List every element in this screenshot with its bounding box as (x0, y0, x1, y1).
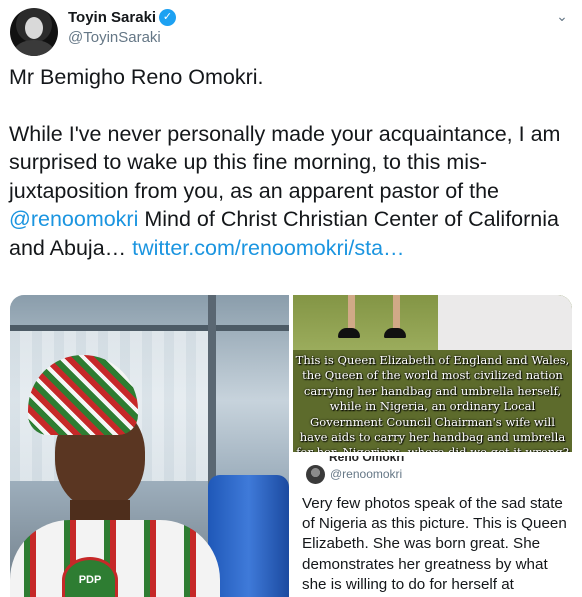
photo-woman-on-bus[interactable]: PDP (10, 295, 289, 597)
shoe-left (338, 328, 360, 338)
mention-link[interactable]: @renoomokri (9, 207, 138, 231)
author-avatar[interactable] (10, 8, 58, 56)
screenshot-handle: @renoomokri (330, 467, 403, 481)
queen-legs (338, 295, 408, 340)
screenshot-avatar (306, 465, 325, 484)
tweet-paragraph: While I've never personally made your ac… (9, 120, 574, 263)
pdp-logo: PDP (62, 557, 118, 597)
leg-right (393, 295, 400, 331)
verified-badge-icon: ✓ (159, 9, 176, 26)
tweet-url-link[interactable]: twitter.com/renoomokri/sta… (132, 236, 404, 260)
window-frame (10, 325, 289, 331)
screenshot-tweet-text: Very few photos speak of the sad state o… (302, 495, 567, 593)
water-container (208, 475, 289, 597)
leg-left (348, 295, 355, 331)
avatar-face (25, 17, 43, 39)
photo-meme-queen[interactable]: This is Queen Elizabeth of England and W… (293, 295, 572, 452)
tweet-body-before: While I've never personally made your ac… (9, 121, 561, 203)
tweet-line-1: Mr Bemigho Reno Omokri. (9, 65, 264, 89)
photo-tweet-screenshot[interactable]: Reno Omokri @renoomokri Very few photos … (293, 456, 572, 597)
meme-caption: This is Queen Elizabeth of England and W… (295, 353, 570, 452)
avatar-shoulders (14, 40, 54, 56)
screenshot-author-name: Reno Omokri (329, 456, 405, 464)
chevron-down-icon[interactable]: ⌄ (552, 6, 572, 26)
shoe-right (384, 328, 406, 338)
media-grid: PDP This is Queen Elizabeth of England a… (10, 295, 572, 597)
author-name[interactable]: Toyin Saraki (68, 9, 156, 26)
white-garment (438, 295, 572, 350)
author-handle[interactable]: @ToyinSaraki (68, 29, 161, 46)
tweet-header: Toyin Saraki ✓ @ToyinSaraki ⌄ (0, 0, 582, 56)
tweet-text: Mr Bemigho Reno Omokri. While I've never… (9, 63, 574, 262)
